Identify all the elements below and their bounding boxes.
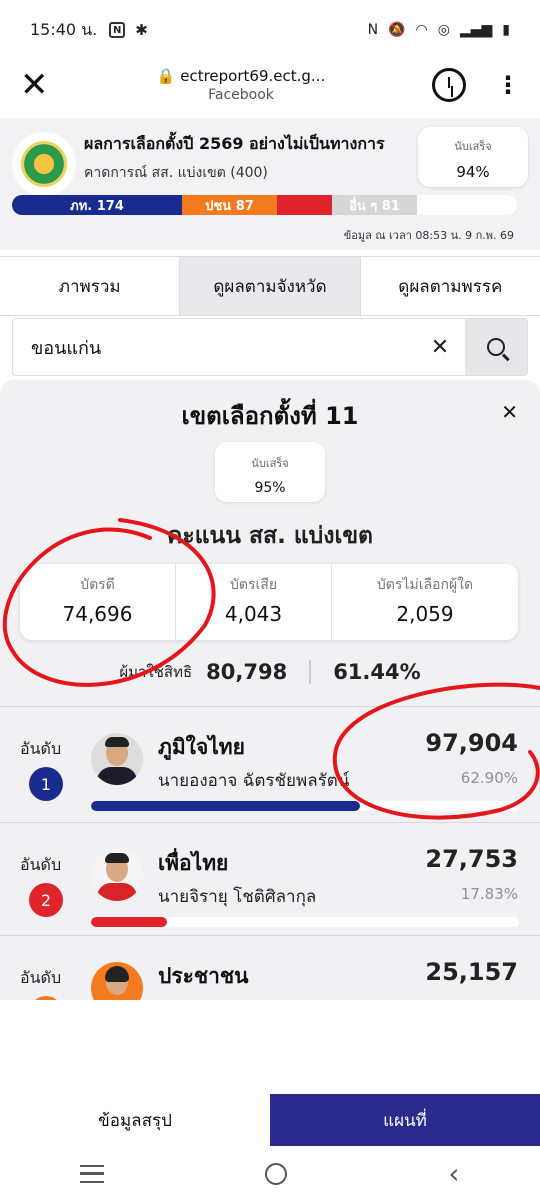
more-options-icon[interactable]: ⋮ (496, 71, 520, 99)
rank-label: อันดับ (20, 855, 62, 874)
counted-label: นับเสร็จ (454, 140, 492, 153)
status-bar: 15:40 น. N ✱ Ν 🔕 ◠ ◎ ▂▄▆ ▮ (0, 0, 540, 60)
nfc-icon: Ν (367, 22, 379, 38)
candidate-party: ประชาชน (158, 964, 249, 988)
election-header: ผลการเลือกตั้งปี 2569 อย่างไม่เป็นทางการ… (0, 118, 540, 250)
tab-summary[interactable]: ข้อมูลสรุป (0, 1094, 270, 1146)
candidate-votes: 25,157 (425, 958, 518, 986)
ballot-valid: บัตรดี 74,696 (20, 564, 176, 640)
vote-share-fill (91, 801, 361, 811)
app-notification-icon: N (109, 22, 126, 38)
back-icon[interactable]: ‹ (448, 1160, 459, 1188)
candidate-votes: 27,753 (425, 845, 518, 873)
seat-segment-others: อื่น ๆ 81 (332, 195, 417, 215)
vote-share-bar (91, 801, 519, 811)
clear-search-icon[interactable]: ✕ (415, 319, 465, 375)
vote-share-bar (91, 917, 519, 927)
search-input[interactable] (13, 319, 415, 375)
ballot-invalid-label: บัตรเสีย (229, 577, 278, 593)
ballot-invalid-value: 4,043 (224, 602, 283, 626)
rank-label: อันดับ (20, 968, 62, 987)
candidate-row[interactable]: อันดับ 2 เพื่อไทย นายจิรายุ โชติศิลากุล … (0, 822, 540, 932)
district-counted-value: 95% (254, 480, 286, 496)
tab-by-party[interactable]: ดูผลตามพรรค (360, 257, 540, 315)
rank-label: อันดับ (20, 739, 62, 758)
mute-icon: 🔕 (388, 22, 406, 38)
signal-icon: ▂▄▆ (459, 22, 493, 38)
tab-by-province[interactable]: ดูผลตามจังหวัด (180, 257, 361, 315)
ballot-invalid: บัตรเสีย 4,043 (176, 564, 332, 640)
candidate-avatar (91, 733, 143, 785)
district-title: เขตเลือกตั้งที่ 11 (181, 402, 359, 430)
turnout-row: ผู้มาใช้สิทธิ 80,798 61.44% (0, 652, 540, 692)
candidate-avatar (91, 962, 143, 1000)
candidate-votes: 97,904 (425, 729, 518, 757)
rank-badge: 3 (29, 996, 63, 1000)
rank-badge: 1 (29, 767, 63, 801)
ballot-no-vote-label: บัตรไม่เลือกผู้ใด (376, 577, 474, 593)
notification-icons: N ✱ (109, 21, 148, 39)
update-timestamp: ข้อมูล ณ เวลา 08:53 น. 9 ก.พ. 69 (343, 229, 514, 242)
candidate-avatar (91, 849, 143, 901)
lock-icon: 🔒 (156, 67, 176, 85)
district-counted-box: นับเสร็จ 95% (215, 442, 325, 502)
close-icon[interactable]: ✕ (20, 68, 50, 102)
browser-toolbar: ✕ 🔒 ectreport69.ect.g... Facebook ⋮ (0, 60, 540, 110)
url-area[interactable]: 🔒 ectreport69.ect.g... Facebook (50, 67, 432, 103)
turnout-label: ผู้มาใช้สิทธิ (119, 663, 193, 681)
ect-logo (12, 132, 76, 196)
seat-segment-bhumjaithai: ภท. 174 (12, 195, 182, 215)
ballot-valid-value: 74,696 (62, 602, 133, 626)
page-subtitle: คาดการณ์ สส. แบ่งเขต (400) (84, 165, 268, 181)
seat-segment-remaining (417, 195, 517, 215)
ballot-valid-label: บัตรดี (80, 577, 115, 593)
candidate-row[interactable]: อันดับ 3 ประชาชน 25,157 (0, 935, 540, 1000)
rank-badge: 2 (29, 883, 63, 917)
candidate-name: นายจิรายุ โชติศิลากุล (158, 887, 317, 907)
system-icons: Ν 🔕 ◠ ◎ ▂▄▆ ▮ (368, 22, 510, 38)
ballot-summary: บัตรดี 74,696 บัตรเสีย 4,043 บัตรไม่เลือ… (20, 564, 518, 640)
vote-share-fill (91, 917, 168, 927)
recent-apps-icon[interactable] (80, 1165, 105, 1183)
status-time: 15:40 น. (30, 19, 98, 39)
url-text: ectreport69.ect.g... (180, 67, 326, 85)
bottom-tabs: ข้อมูลสรุป แผนที่ (0, 1094, 540, 1146)
close-panel-icon[interactable]: ✕ (501, 400, 518, 424)
district-panel: เขตเลือกตั้งที่ 11 ✕ นับเสร็จ 95% คะแนน … (0, 380, 540, 1000)
district-counted-label: นับเสร็จ (251, 457, 289, 470)
counted-progress-box: นับเสร็จ 94% (418, 127, 528, 187)
candidate-row[interactable]: อันดับ 1 ภูมิใจไทย นายองอาจ ฉัตรชัยพลรัต… (0, 706, 540, 816)
seat-projection-bar: ภท. 174 ปชน 87 อื่น ๆ 81 (12, 195, 517, 215)
history-icon[interactable] (432, 68, 466, 102)
page-title: ผลการเลือกตั้งปี 2569 อย่างไม่เป็นทางการ (84, 134, 385, 153)
counted-value: 94% (456, 163, 490, 181)
seat-segment-people: ปชน 87 (182, 195, 277, 215)
search-icon (487, 338, 505, 356)
seat-segment-pheuthai (277, 195, 332, 215)
view-tabs: ภาพรวม ดูผลตามจังหวัด ดูผลตามพรรค (0, 256, 540, 316)
battery-icon: ▮ (502, 22, 510, 38)
turnout-percent: 61.44% (333, 660, 421, 684)
turnout-value: 80,798 (206, 660, 312, 684)
search-button[interactable] (465, 319, 527, 375)
candidate-party: ภูมิใจไทย (158, 735, 245, 759)
bluetooth-icon: ✱ (135, 21, 148, 39)
candidate-share: 62.90% (460, 769, 518, 787)
ballot-no-vote: บัตรไม่เลือกผู้ใด 2,059 (332, 564, 518, 640)
ballot-no-vote-value: 2,059 (396, 602, 454, 626)
candidate-share: 17.83% (460, 885, 518, 903)
home-icon[interactable] (265, 1163, 288, 1185)
province-search: ✕ (12, 318, 528, 376)
tab-overview[interactable]: ภาพรวม (0, 257, 181, 315)
candidate-party: เพื่อไทย (158, 851, 229, 875)
system-nav-bar: ‹ (0, 1148, 540, 1200)
url-subtitle: Facebook (208, 87, 274, 103)
wifi-icon: ◠ (415, 22, 428, 38)
hotspot-icon: ◎ (437, 22, 450, 38)
votes-section-title: คะแนน สส. แบ่งเขต (166, 523, 373, 549)
tab-map[interactable]: แผนที่ (270, 1094, 540, 1146)
candidate-name: นายองอาจ ฉัตรชัยพลรัตน์ (158, 771, 350, 791)
